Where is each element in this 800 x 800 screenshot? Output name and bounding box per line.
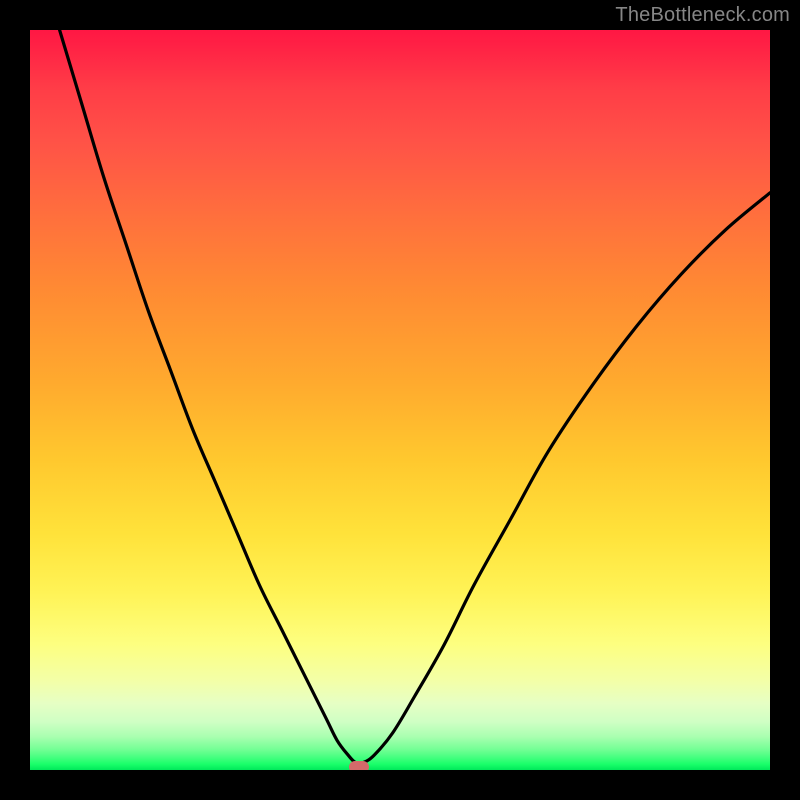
watermark-text: TheBottleneck.com xyxy=(615,4,790,27)
curve-layer xyxy=(30,30,770,770)
chart-frame: TheBottleneck.com xyxy=(0,0,800,800)
bottleneck-curve xyxy=(60,30,770,764)
plot-area xyxy=(30,30,770,770)
optimum-marker xyxy=(349,761,369,770)
